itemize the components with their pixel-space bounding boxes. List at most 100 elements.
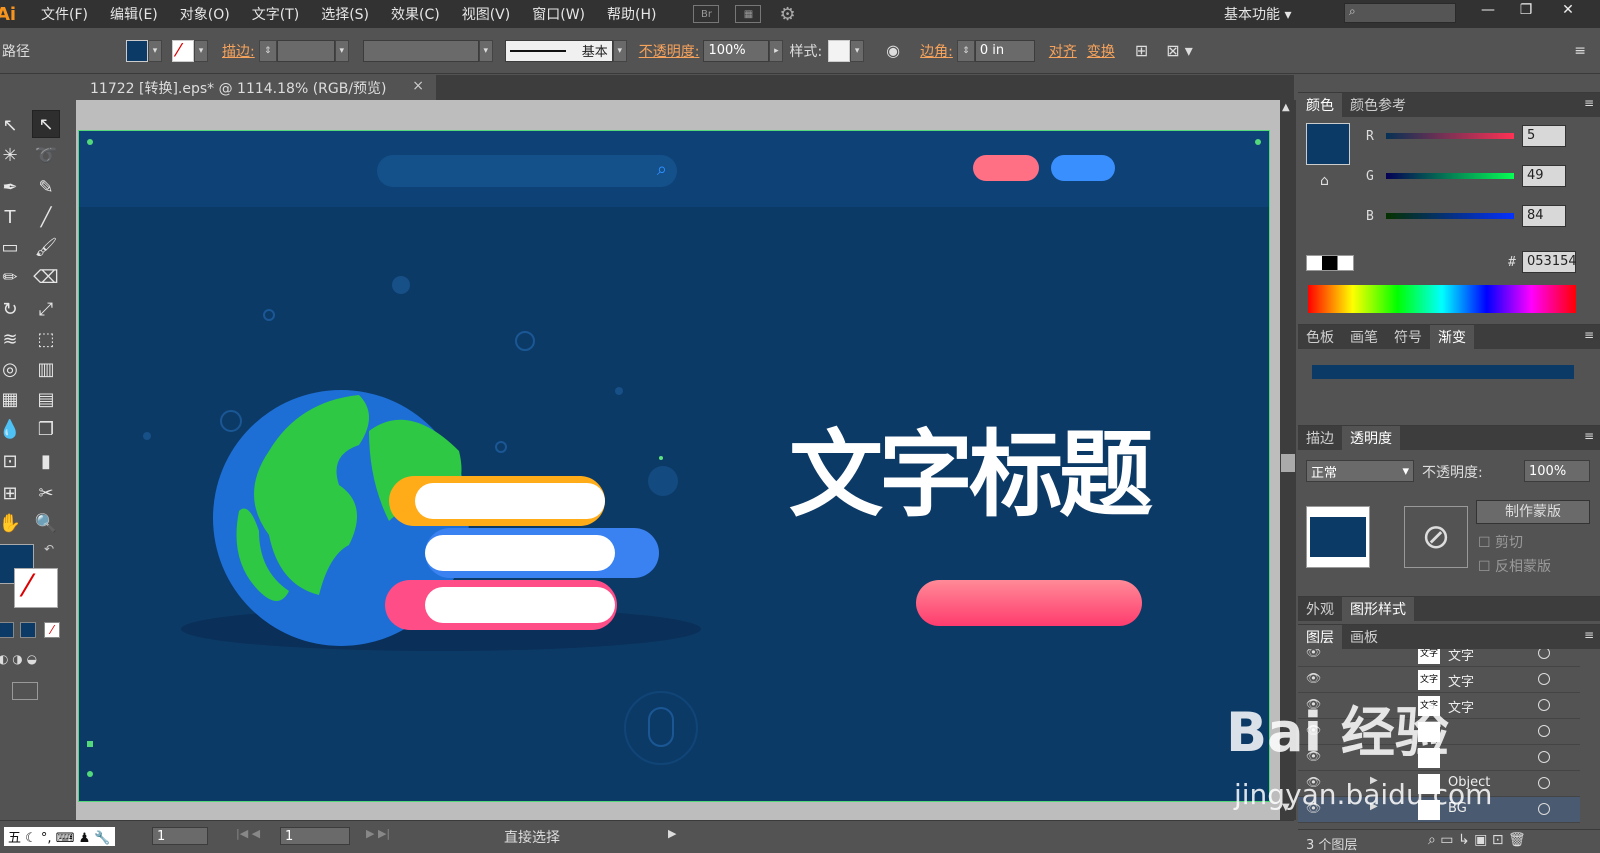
tab-symbols[interactable]: 符号 [1386,325,1430,349]
stroke-dropdown[interactable]: ▾ [194,39,208,62]
stroke-weight-stepper[interactable]: ⇕ [258,39,277,62]
free-transform-tool-icon[interactable]: ⬚ [32,326,60,354]
tab-graphic-styles[interactable]: 图形样式 [1342,597,1414,621]
corner-label[interactable]: 边角: [920,41,953,61]
r-value-field[interactable]: 5 [1522,125,1566,147]
stroke-color-swatch[interactable]: ⁄ [14,568,58,608]
canvas[interactable]: ⌕ 文字标题 [76,100,1294,820]
align-link[interactable]: 对齐 [1049,41,1077,61]
g-value-field[interactable]: 49 [1522,165,1566,187]
tab-transparency[interactable]: 透明度 [1342,426,1400,450]
transparency-panel-menu-icon[interactable]: ≡ [1584,429,1594,443]
stroke-weight-dropdown[interactable]: ▾ [334,39,349,62]
target-circle-icon[interactable] [1538,777,1550,789]
current-color-swatch[interactable] [1306,123,1350,165]
anchor-point[interactable] [87,139,93,145]
color-spectrum[interactable] [1308,285,1576,313]
menu-window[interactable]: 窗口(W) [521,4,596,24]
blend-mode-select[interactable]: 正常 ▾ [1306,460,1414,482]
isolate-icon[interactable]: ⊞ [1135,41,1148,60]
layers-footer-icons[interactable]: ⌕ ▭ ↳ ▣ ⊡ 🗑 [1428,832,1526,848]
tab-appearance[interactable]: 外观 [1298,597,1342,621]
mask-thumbnail[interactable]: ⊘ [1404,506,1468,568]
menu-object[interactable]: 对象(O) [169,4,241,24]
anchor-point[interactable] [87,741,93,747]
width-tool-icon[interactable]: ≋ [0,326,24,354]
help-search-input[interactable]: ⌕ [1344,3,1456,23]
stroke-label[interactable]: 描边: [222,41,255,61]
graphic-style-swatch[interactable] [828,39,851,62]
g-slider[interactable] [1386,173,1514,179]
pencil-tool-icon[interactable]: ✏ [0,264,24,292]
first-page-icon[interactable]: |◀ ◀ [236,827,260,840]
r-slider[interactable] [1386,133,1514,139]
make-mask-button[interactable]: 制作蒙版 [1476,500,1590,524]
b-slider[interactable] [1386,213,1514,219]
close-tab-icon[interactable]: × [412,78,424,94]
gradient-slider[interactable] [1312,365,1574,379]
blend-tool-icon[interactable]: ❐ [32,416,60,444]
menu-select[interactable]: 选择(S) [310,4,380,24]
transform-link[interactable]: 变换 [1087,41,1115,61]
symbol-sprayer-tool-icon[interactable]: ⊡ [0,448,24,476]
target-circle-icon[interactable] [1538,649,1550,659]
gradient-mode-icon[interactable] [20,622,36,638]
anchor-point[interactable] [1255,139,1261,145]
status-menu-arrow-icon[interactable]: ▶ [668,827,676,840]
tab-gradient[interactable]: 渐变 [1430,325,1474,349]
target-circle-icon[interactable] [1538,673,1550,685]
rectangle-tool-icon[interactable]: ▭ [0,234,24,262]
next-page-icon[interactable]: ▶ ▶| [366,827,390,840]
document-tab[interactable]: 11722 [转换].eps* @ 1114.18% (RGB/预览) × [76,75,436,100]
menu-effect[interactable]: 效果(C) [380,4,451,24]
workspace-switcher[interactable]: 基本功能 ▾ [1224,4,1291,24]
artboard-tool-icon[interactable]: ⊞ [0,480,24,508]
panel-menu-icon[interactable]: ≡ [1574,43,1586,59]
fill-swatch[interactable] [126,39,148,62]
menu-edit[interactable]: 编辑(E) [99,4,169,24]
restore-button[interactable]: ❐ [1508,0,1544,22]
zoom-field[interactable]: 1 [152,827,208,845]
layers-panel-menu-icon[interactable]: ≡ [1584,628,1594,642]
stroke-weight-field[interactable] [276,39,335,62]
corner-stepper[interactable]: ⇕ [956,39,975,62]
menu-type[interactable]: 文字(T) [241,4,310,24]
object-thumbnail[interactable] [1306,506,1370,568]
menu-help[interactable]: 帮助(H) [596,4,667,24]
target-circle-icon[interactable] [1538,725,1550,737]
tab-artboards[interactable]: 画板 [1342,625,1386,649]
page-number-field[interactable]: 1 [280,827,350,845]
opacity-label[interactable]: 不透明度: [639,41,700,61]
corner-radius-field[interactable]: 0 in [974,39,1035,62]
menu-file[interactable]: 文件(F) [30,4,99,24]
color-panel-menu-icon[interactable]: ≡ [1584,96,1594,110]
rotate-tool-icon[interactable]: ↻ [0,296,24,324]
type-tool-icon[interactable]: T [0,204,24,232]
graphic-style-dropdown[interactable]: ▾ [850,39,865,62]
bridge-icon[interactable]: Br [693,5,720,23]
direct-selection-tool-icon[interactable]: ↖ [32,110,60,138]
none-mode-icon[interactable]: ⁄ [44,622,60,638]
eraser-tool-icon[interactable]: ⌫ [32,264,60,292]
curvature-tool-icon[interactable]: ✎ [32,174,60,202]
brush-dropdown[interactable]: ▾ [612,39,627,62]
tab-stroke[interactable]: 描边 [1298,426,1342,450]
stroke-swatch[interactable]: ⁄ [172,39,194,62]
target-circle-icon[interactable] [1538,699,1550,711]
swap-fill-stroke-icon[interactable]: ↶ [44,542,54,556]
column-graph-tool-icon[interactable]: ▮ [32,448,60,476]
opacity-field[interactable]: 100% [703,39,770,62]
vertical-scroll-thumb[interactable] [1281,454,1295,472]
recolor-icon[interactable]: ◉ [886,41,900,60]
hex-value-field[interactable]: 053154 [1522,251,1577,273]
tab-layers[interactable]: 图层 [1298,625,1342,649]
slice-tool-icon[interactable]: ✂ [32,480,60,508]
close-window-button[interactable]: ✕ [1550,0,1586,22]
gradient-tool-icon[interactable]: ▤ [32,386,60,414]
minimize-button[interactable]: — [1470,0,1506,22]
artboard[interactable]: ⌕ 文字标题 [78,130,1270,802]
magic-wand-tool-icon[interactable]: ✳ [0,142,24,170]
draw-mode-icons[interactable]: ◐ ◑ ◒ [0,652,37,666]
hand-tool-icon[interactable]: ✋ [0,510,24,538]
clip-checkbox[interactable]: ☐ 剪切 [1478,532,1523,552]
